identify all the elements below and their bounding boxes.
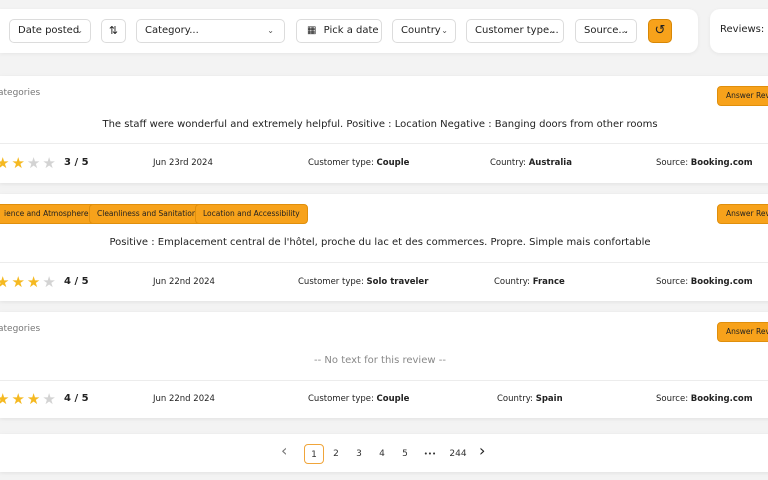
source-meta: Source: Booking.com xyxy=(656,158,753,168)
rating-value: 3 / 5 xyxy=(64,157,89,168)
customer-type-dropdown[interactable]: Customer type... ⌄ xyxy=(466,19,564,43)
meta-value: Spain xyxy=(535,394,563,404)
review-date: Jun 23rd 2024 xyxy=(153,158,213,168)
chevron-down-icon: ⌄ xyxy=(267,26,274,35)
country-label: Country xyxy=(401,25,441,36)
rating-value: 4 / 5 xyxy=(64,393,89,404)
star-filled-icon: ★ xyxy=(26,390,43,408)
customer-type-label: Customer type... xyxy=(475,25,559,36)
chevron-down-icon: ⌄ xyxy=(549,26,556,35)
star-filled-icon: ★ xyxy=(11,390,27,408)
customer-type-meta: Customer type: Solo traveler xyxy=(298,277,428,287)
chevron-right-icon[interactable]: › xyxy=(479,441,485,460)
page-ellipsis: ••• xyxy=(423,450,437,458)
star-filled-icon: ★ xyxy=(0,154,12,172)
meta-value: France xyxy=(532,277,565,287)
page-button[interactable]: 4 xyxy=(376,444,388,464)
chevron-left-icon[interactable]: ‹ xyxy=(281,441,287,460)
meta-value: Couple xyxy=(376,158,410,168)
answer-review-button[interactable]: Answer Revie xyxy=(717,204,768,224)
star-empty-icon: ★ xyxy=(42,273,58,291)
star-empty-icon: ★ xyxy=(26,154,43,172)
refresh-icon: ↺ xyxy=(654,23,666,38)
categories-placeholder[interactable]: ategories xyxy=(0,88,40,98)
star-rating: ★★★★ xyxy=(0,154,58,172)
refresh-button[interactable]: ↺ xyxy=(648,19,672,43)
answer-review-button[interactable]: Answer Revie xyxy=(717,86,768,106)
source-meta: Source: Booking.com xyxy=(656,277,753,287)
review-date: Jun 22nd 2024 xyxy=(153,394,215,404)
country-meta: Country: Spain xyxy=(497,394,563,404)
review-text: The staff were wonderful and extremely h… xyxy=(102,119,658,130)
star-filled-icon: ★ xyxy=(0,273,12,291)
source-dropdown[interactable]: Source... ⌄ xyxy=(575,19,637,43)
star-filled-icon: ★ xyxy=(11,154,27,172)
customer-type-meta: Customer type: Couple xyxy=(308,394,409,404)
divider xyxy=(0,262,768,263)
meta-value: Australia xyxy=(528,158,572,168)
meta-label: Country: xyxy=(494,277,531,287)
category-placeholder: Category... xyxy=(145,25,199,36)
page-button-current[interactable]: 1 xyxy=(304,444,324,464)
date-posted-dropdown[interactable]: Date posted ⌄ xyxy=(9,19,91,43)
divider xyxy=(0,143,768,144)
meta-label: Customer type: xyxy=(308,394,374,404)
star-filled-icon: ★ xyxy=(11,273,27,291)
country-meta: Country: France xyxy=(494,277,565,287)
star-filled-icon: ★ xyxy=(26,273,43,291)
meta-value: Booking.com xyxy=(690,158,753,168)
meta-label: Source: xyxy=(656,394,689,404)
page-button[interactable]: 3 xyxy=(353,444,365,464)
meta-label: Customer type: xyxy=(308,158,374,168)
sort-button[interactable]: ⇅ xyxy=(101,19,126,43)
meta-value: Booking.com xyxy=(690,394,753,404)
page-button-last[interactable]: 244 xyxy=(448,444,468,464)
reviews-count-text: Reviews: 2 xyxy=(720,24,768,35)
chevron-down-icon: ⌄ xyxy=(622,26,629,35)
sort-arrows-icon: ⇅ xyxy=(108,24,119,37)
category-tag[interactable]: Cleanliness and Sanitation xyxy=(89,204,205,224)
pick-date-label: Pick a date xyxy=(323,25,379,36)
page-button[interactable]: 5 xyxy=(399,444,411,464)
date-posted-label: Date posted xyxy=(18,25,80,36)
meta-value: Couple xyxy=(376,394,410,404)
rating-value: 4 / 5 xyxy=(64,276,89,287)
category-tag[interactable]: ience and Atmosphere xyxy=(0,204,97,224)
page-button[interactable]: 2 xyxy=(330,444,342,464)
chevron-down-icon: ⌄ xyxy=(76,26,83,35)
pick-date-button[interactable]: ▦ Pick a date xyxy=(296,19,382,43)
meta-label: Source: xyxy=(656,158,689,168)
divider xyxy=(0,380,768,381)
star-filled-icon: ★ xyxy=(0,390,12,408)
meta-label: Source: xyxy=(656,277,689,287)
calendar-icon: ▦ xyxy=(307,25,317,36)
meta-label: Country: xyxy=(497,394,534,404)
customer-type-meta: Customer type: Couple xyxy=(308,158,409,168)
categories-placeholder[interactable]: ategories xyxy=(0,324,40,334)
country-meta: Country: Australia xyxy=(490,158,572,168)
answer-review-button[interactable]: Answer Revie xyxy=(717,322,768,342)
source-meta: Source: Booking.com xyxy=(656,394,753,404)
meta-value: Solo traveler xyxy=(366,277,429,287)
chevron-down-icon: ⌄ xyxy=(441,26,448,35)
country-dropdown[interactable]: Country ⌄ xyxy=(392,19,456,43)
star-rating: ★★★★ xyxy=(0,390,58,408)
star-empty-icon: ★ xyxy=(42,154,58,172)
category-tag[interactable]: Location and Accessibility xyxy=(195,204,308,224)
meta-label: Customer type: xyxy=(298,277,364,287)
review-text: Positive : Emplacement central de l'hôte… xyxy=(109,237,651,248)
reviews-label: Reviews: xyxy=(720,24,765,35)
review-text: -- No text for this review -- xyxy=(314,355,446,366)
star-rating: ★★★★ xyxy=(0,273,58,291)
meta-value: Booking.com xyxy=(690,277,753,287)
meta-label: Country: xyxy=(490,158,527,168)
review-date: Jun 22nd 2024 xyxy=(153,277,215,287)
star-empty-icon: ★ xyxy=(42,390,58,408)
category-dropdown[interactable]: Category... ⌄ xyxy=(136,19,285,43)
source-label: Source... xyxy=(584,25,628,36)
